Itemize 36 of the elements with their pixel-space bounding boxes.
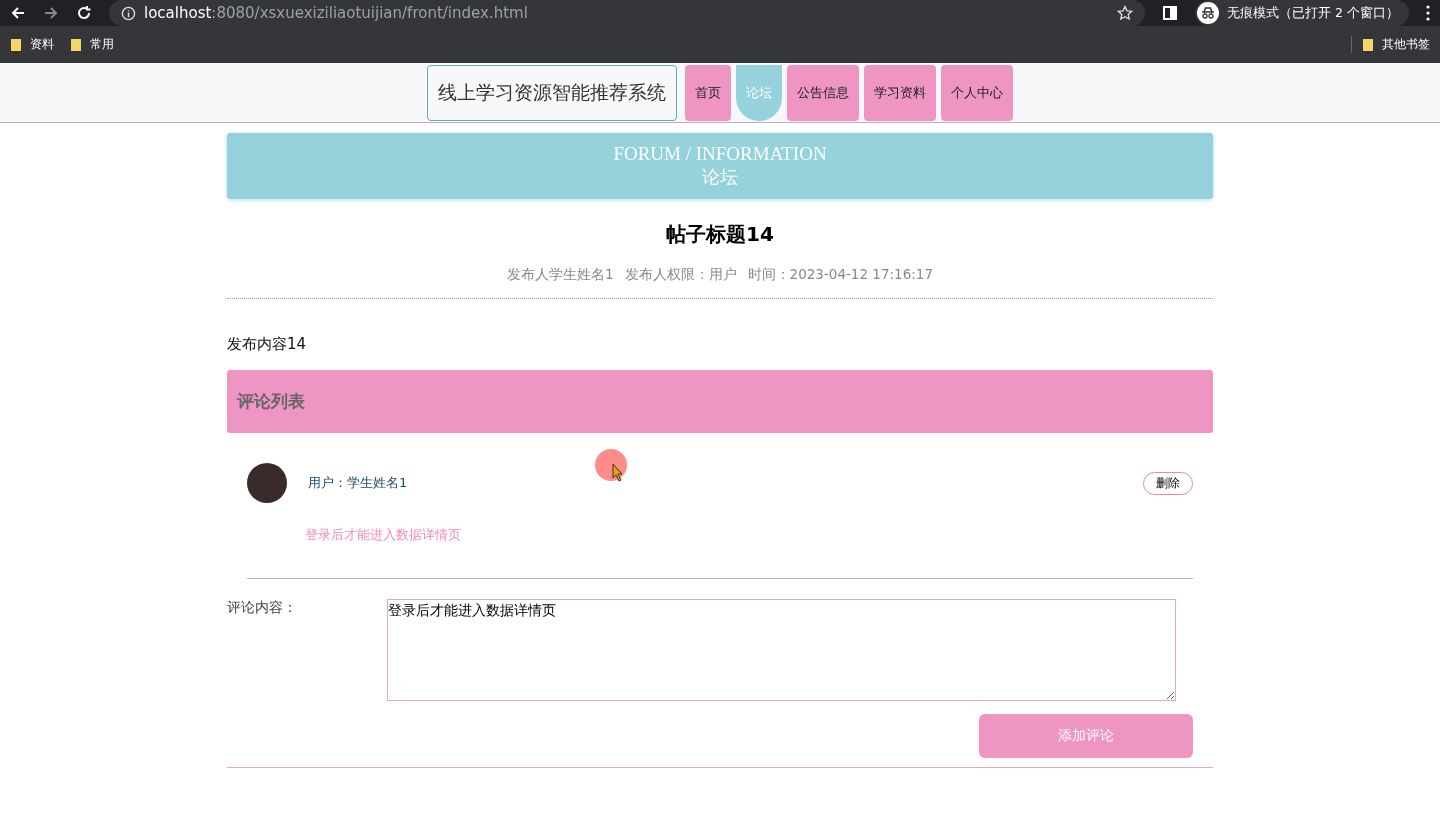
post-title: 帖子标题14 — [665, 221, 775, 248]
post-content: 发布内容14 — [227, 335, 308, 354]
more-icon[interactable] — [1426, 5, 1430, 21]
comment-user: 用户：学生姓名1 — [308, 474, 408, 492]
address-bar[interactable]: localhost:8080/xsxuexiziliaotuijian/front/index.html — [109, 0, 1146, 26]
bookmark[interactable]: 资料 — [10, 36, 54, 53]
post-author-role: 发布人权限：用户 — [624, 266, 737, 284]
avatar — [247, 463, 287, 503]
reload-icon[interactable] — [76, 5, 92, 21]
post-author: 发布人学生姓名1 — [507, 266, 614, 284]
post-time: 时间：2023-04-12 17:16:17 — [747, 266, 933, 284]
bookmark[interactable]: 其他书签 — [1351, 36, 1430, 53]
comment-input-field[interactable]: 登录后才能进入数据详情页 — [387, 599, 1176, 701]
site-title: 线上学习资源智能推荐系统 — [427, 65, 677, 121]
incognito-icon — [1197, 2, 1220, 24]
delete-button[interactable]: 删除 — [1143, 471, 1193, 495]
star-icon[interactable] — [1117, 5, 1134, 21]
comment-text: 登录后才能进入数据详情页 — [305, 526, 462, 544]
url-text: localhost:8080/xsxuexiziliaotuijian/front/index.html — [144, 4, 529, 22]
folder-icon — [1362, 37, 1374, 52]
folder-icon — [70, 37, 82, 52]
info-icon — [121, 5, 136, 21]
nav-tab[interactable]: 首页 — [685, 65, 731, 121]
folder-icon — [10, 37, 22, 52]
nav-tab[interactable]: 公告信息 — [787, 65, 859, 121]
side-panel-icon[interactable] — [1162, 5, 1179, 21]
bookmark[interactable]: 常用 — [70, 36, 114, 53]
comments-heading: 评论列表 — [237, 390, 305, 413]
nav-tab[interactable]: 个人中心 — [941, 65, 1013, 121]
banner-english-title: FORUM / INFORMATION — [613, 143, 827, 165]
nav-tab[interactable]: 学习资料 — [864, 65, 936, 121]
forward-icon[interactable] — [43, 5, 59, 21]
banner-chinese-title: 论坛 — [702, 166, 738, 189]
incognito-chip[interactable]: 无痕模式（已打开 2 个窗口） — [1195, 0, 1409, 26]
back-icon[interactable] — [10, 5, 26, 21]
comment-label: 评论内容： — [227, 599, 298, 617]
